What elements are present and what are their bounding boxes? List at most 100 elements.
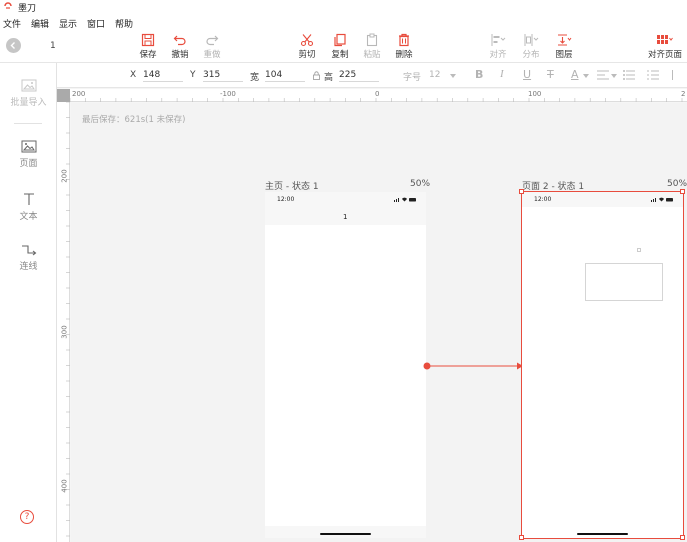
height-label: 高 bbox=[324, 73, 334, 83]
bold-icon[interactable]: B bbox=[475, 68, 483, 81]
sidebar-item-link[interactable]: 连线 bbox=[0, 243, 57, 272]
artboard-home[interactable]: 12:00 1 bbox=[265, 192, 426, 538]
ruler-top-label: 200 bbox=[72, 90, 86, 98]
ruler-left-label: 200 bbox=[60, 169, 69, 183]
artboard-zoom: 50% bbox=[410, 179, 431, 189]
rectangle-element[interactable] bbox=[585, 263, 663, 301]
app-title: 墨刀 bbox=[18, 4, 37, 14]
redo-button[interactable]: 重做 bbox=[197, 33, 227, 61]
status-time: 12:00 bbox=[277, 196, 295, 203]
artboard-title[interactable]: 页面 2 - 状态 1 bbox=[522, 179, 584, 192]
back-button[interactable] bbox=[6, 38, 21, 53]
ruler-top-label: 100 bbox=[528, 90, 542, 98]
ruler-left-label: 300 bbox=[60, 325, 69, 339]
delete-button[interactable]: 删除 bbox=[389, 33, 419, 61]
copy-icon bbox=[334, 33, 346, 47]
font-color-icon[interactable]: A bbox=[571, 68, 579, 81]
home-indicator bbox=[320, 533, 371, 535]
nav-title: 1 bbox=[343, 213, 348, 221]
save-button[interactable]: 保存 bbox=[133, 33, 163, 61]
ruler-left-label: 400 bbox=[60, 479, 69, 493]
ruler-ticks bbox=[69, 98, 683, 102]
ruler-top-label: 2 bbox=[681, 90, 686, 98]
caret-down-icon bbox=[583, 74, 589, 78]
page-icon bbox=[21, 140, 36, 153]
font-size-label: 字号 bbox=[403, 73, 422, 83]
artboard-title[interactable]: 主页 - 状态 1 bbox=[265, 179, 319, 192]
copy-button[interactable]: 复制 bbox=[325, 33, 355, 61]
title-bar: 墨刀 bbox=[0, 0, 687, 15]
height-input[interactable]: 225 bbox=[339, 70, 379, 82]
sidebar-item-text[interactable]: 文本 bbox=[0, 192, 57, 222]
distribute-button[interactable]: 分布 bbox=[516, 33, 546, 61]
toolbar: 1 保存 撤销 重做 剪切 复制 粘贴 删除 对齐 分布 图层 对齐页面 bbox=[0, 30, 687, 63]
scissors-icon bbox=[300, 34, 314, 47]
align-button[interactable]: 对齐 bbox=[483, 33, 513, 61]
underline-icon[interactable]: U bbox=[523, 68, 531, 81]
menu-view[interactable]: 显示 bbox=[59, 17, 77, 30]
status-time: 12:00 bbox=[534, 196, 552, 203]
bottom-bar bbox=[265, 526, 426, 538]
width-input[interactable]: 104 bbox=[265, 70, 305, 82]
left-sidebar: 批量导入 页面 文本 连线 ? bbox=[0, 63, 57, 542]
signal-wifi-battery-icon bbox=[651, 197, 673, 202]
resize-handle[interactable] bbox=[680, 535, 685, 540]
artboard-page2[interactable]: 12:00 bbox=[521, 191, 684, 539]
ruler-top-label: -100 bbox=[220, 90, 236, 98]
font-size-select[interactable]: 12 bbox=[429, 70, 440, 80]
ruler-ticks bbox=[66, 102, 70, 537]
align-icon bbox=[491, 34, 506, 46]
page-count: 1 bbox=[50, 41, 56, 51]
cut-button[interactable]: 剪切 bbox=[292, 33, 322, 61]
sidebar-divider bbox=[14, 123, 42, 124]
caret-down-icon bbox=[611, 74, 617, 78]
menu-window[interactable]: 窗口 bbox=[87, 17, 105, 30]
numbered-list-icon[interactable] bbox=[647, 70, 659, 80]
more-format-icon[interactable] bbox=[672, 70, 682, 80]
grid-align-icon bbox=[657, 35, 673, 44]
strikethrough-icon[interactable]: T bbox=[547, 68, 554, 81]
resize-handle[interactable] bbox=[519, 535, 524, 540]
ruler-top-label: 0 bbox=[375, 90, 380, 98]
y-label: Y bbox=[190, 70, 196, 80]
ruler-horizontal: 200 -100 0 100 2 bbox=[57, 89, 687, 102]
link-line-icon bbox=[21, 245, 36, 256]
resize-handle[interactable] bbox=[680, 189, 685, 194]
paste-icon bbox=[366, 33, 378, 47]
redo-icon bbox=[206, 35, 219, 46]
bullet-list-icon[interactable] bbox=[623, 70, 635, 80]
property-bar: X 148 Y 315 宽 104 高 225 字号 12 B I U T A bbox=[57, 63, 687, 88]
paste-button[interactable]: 粘贴 bbox=[357, 33, 387, 61]
italic-icon[interactable]: I bbox=[500, 68, 504, 80]
width-label: 宽 bbox=[250, 73, 260, 83]
trash-icon bbox=[399, 33, 409, 47]
menu-file[interactable]: 文件 bbox=[3, 17, 21, 30]
ruler-vertical: 200 300 400 bbox=[57, 102, 70, 542]
sidebar-item-page[interactable]: 页面 bbox=[0, 140, 57, 169]
x-label: X bbox=[130, 70, 137, 80]
signal-wifi-battery-icon bbox=[394, 197, 416, 202]
save-status: 最后保存：621s(1 未保存) bbox=[82, 115, 186, 125]
small-element[interactable] bbox=[637, 248, 641, 252]
x-input[interactable]: 148 bbox=[143, 70, 183, 82]
layer-icon bbox=[558, 34, 572, 46]
home-indicator bbox=[577, 533, 628, 535]
image-upload-icon bbox=[21, 79, 36, 92]
text-align-icon[interactable] bbox=[597, 70, 609, 80]
y-input[interactable]: 315 bbox=[203, 70, 243, 82]
save-icon bbox=[141, 33, 155, 47]
menu-edit[interactable]: 编辑 bbox=[31, 17, 49, 30]
text-icon bbox=[23, 193, 34, 205]
align-page-button[interactable]: 对齐页面 bbox=[645, 33, 685, 61]
resize-handle[interactable] bbox=[519, 189, 524, 194]
caret-down-icon bbox=[450, 74, 456, 78]
menu-help[interactable]: 帮助 bbox=[115, 17, 133, 30]
undo-button[interactable]: 撤销 bbox=[165, 33, 195, 61]
lock-icon[interactable] bbox=[313, 71, 320, 80]
link-connector[interactable] bbox=[422, 361, 524, 371]
help-icon[interactable]: ? bbox=[20, 510, 34, 524]
sidebar-item-batch-import[interactable]: 批量导入 bbox=[0, 79, 57, 108]
layer-button[interactable]: 图层 bbox=[549, 33, 579, 61]
ruler-corner[interactable] bbox=[57, 89, 70, 102]
artboard-zoom: 50% bbox=[667, 179, 687, 189]
